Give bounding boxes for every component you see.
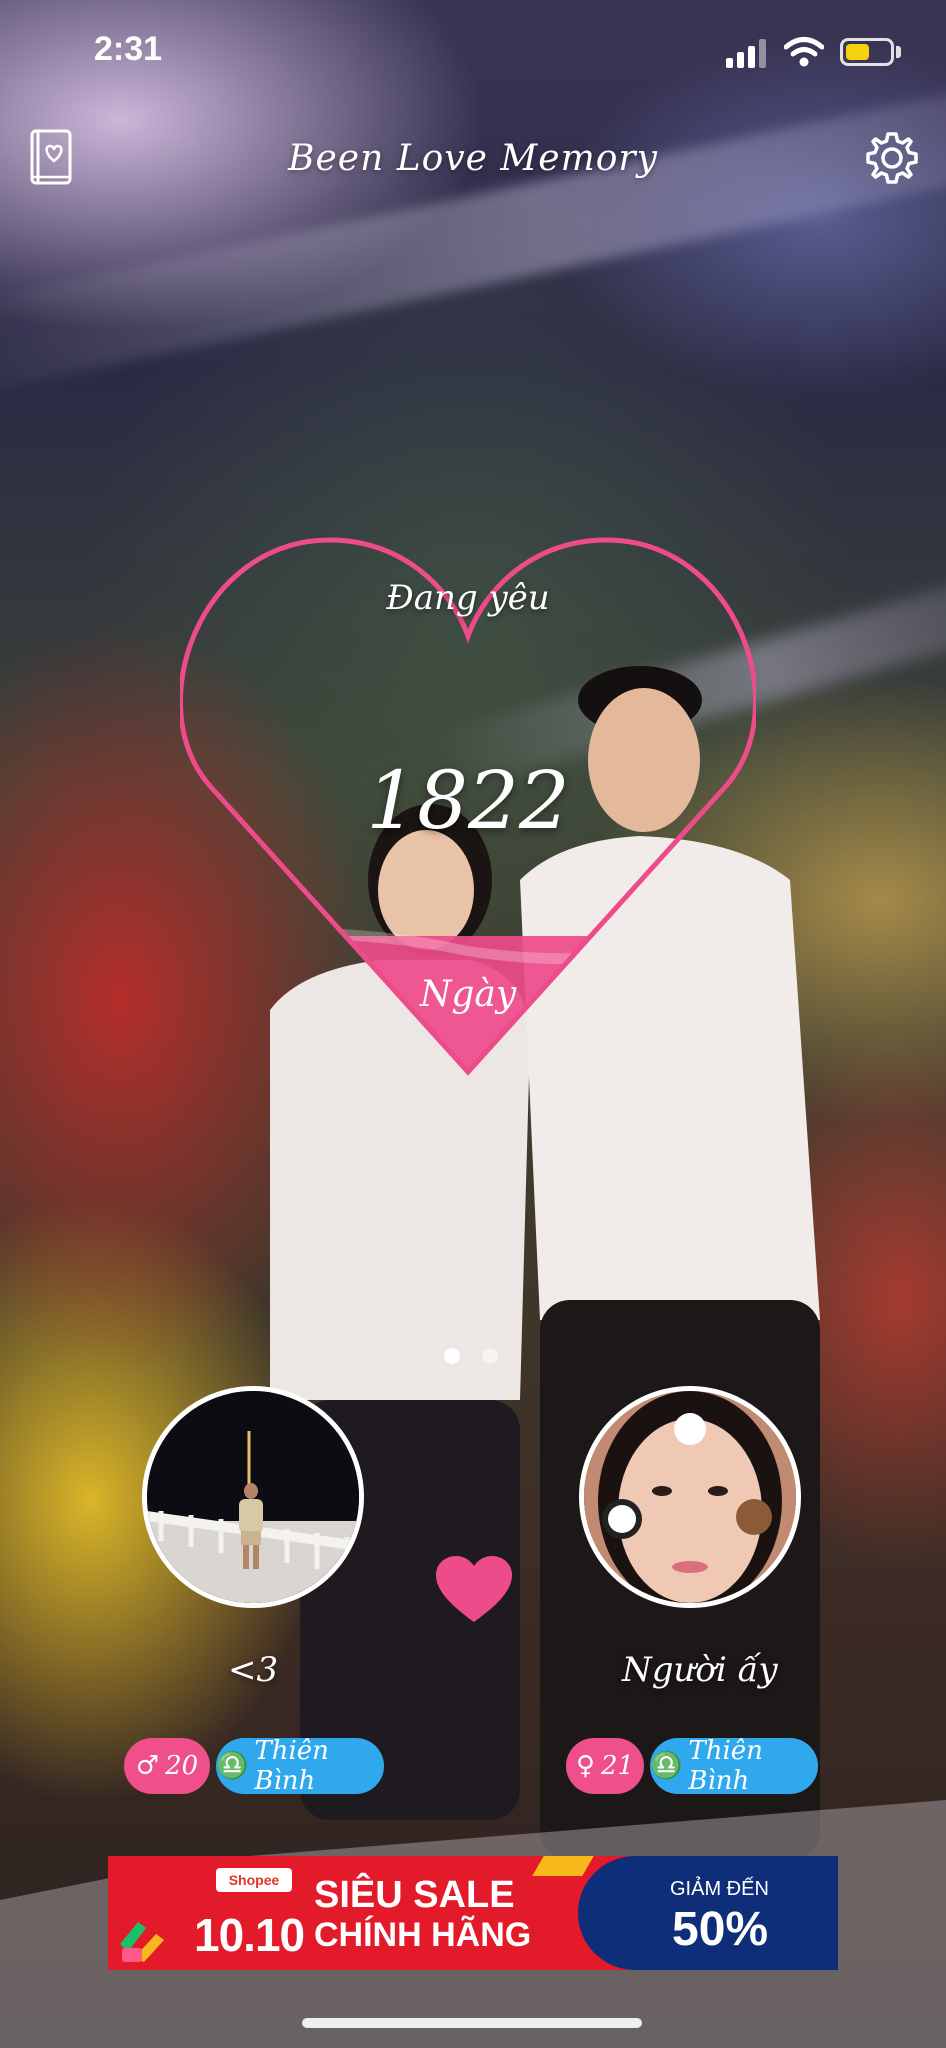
partner-right-nickname[interactable]: Người ấy — [622, 1650, 778, 1690]
libra-icon: ♎ — [650, 1751, 683, 1781]
wifi-icon — [784, 37, 824, 67]
partner-left-zodiac: Thiên Bình — [254, 1736, 329, 1796]
battery-icon — [840, 38, 894, 66]
partner-right-photo — [584, 1391, 796, 1603]
partner-right-age: 21 — [600, 1751, 635, 1781]
partner-left-nickname[interactable]: <3 — [228, 1650, 278, 1690]
days-count: 1822 — [366, 754, 570, 847]
male-icon: ♂ — [135, 1751, 160, 1781]
ad-discount-label: GIẢM ĐẾN — [670, 1878, 769, 1900]
app-title: Been Love Memory — [288, 138, 658, 179]
heart-icon[interactable] — [436, 1556, 512, 1624]
ad-discount-value: 50% — [672, 1903, 769, 1956]
partner-left-avatar[interactable] — [142, 1386, 364, 1608]
home-indicator[interactable] — [302, 2018, 642, 2028]
partner-left-zodiac-badge: ♎ Thiên Bình — [216, 1736, 384, 1796]
status-bar: 2:31 — [0, 0, 946, 100]
partner-right-age-badge: ♀ 21 — [566, 1738, 644, 1794]
days-unit: Ngày — [419, 974, 517, 1015]
page-indicator[interactable] — [440, 1348, 506, 1368]
female-icon: ♀ — [575, 1751, 595, 1781]
page-dot-active[interactable] — [444, 1348, 460, 1364]
partner-right-zodiac: Thiên Bình — [688, 1736, 763, 1796]
ad-headline: SIÊU SALE — [314, 1874, 515, 1916]
page-dot[interactable] — [482, 1348, 498, 1364]
ad-brand: Shopee — [216, 1868, 292, 1892]
ad-banner[interactable]: Shopee 10.10 SIÊU SALE CHÍNH HÃNG GIẢM Đ… — [108, 1856, 838, 1970]
ad-subheadline: CHÍNH HÃNG — [314, 1916, 532, 1954]
partner-left-photo — [147, 1391, 359, 1603]
libra-icon: ♎ — [216, 1751, 249, 1781]
gear-icon[interactable] — [862, 128, 922, 188]
partner-left-age: 20 — [165, 1751, 199, 1781]
battery-tip — [896, 46, 901, 58]
status-time: 2:31 — [94, 30, 163, 68]
partner-right-avatar[interactable] — [579, 1386, 801, 1608]
battery-level — [846, 44, 869, 60]
counter-label: Đang yêu — [386, 578, 550, 618]
love-counter-heart: Đang yêu 1822 Ngày — [180, 536, 756, 1076]
partner-left-age-badge: ♂ 20 — [124, 1738, 210, 1794]
ad-logo-icon — [120, 1922, 164, 1962]
partner-right-zodiac-badge: ♎ Thiên Bình — [650, 1736, 818, 1796]
ad-date: 10.10 — [194, 1909, 305, 1961]
cellular-signal-icon — [726, 39, 766, 68]
